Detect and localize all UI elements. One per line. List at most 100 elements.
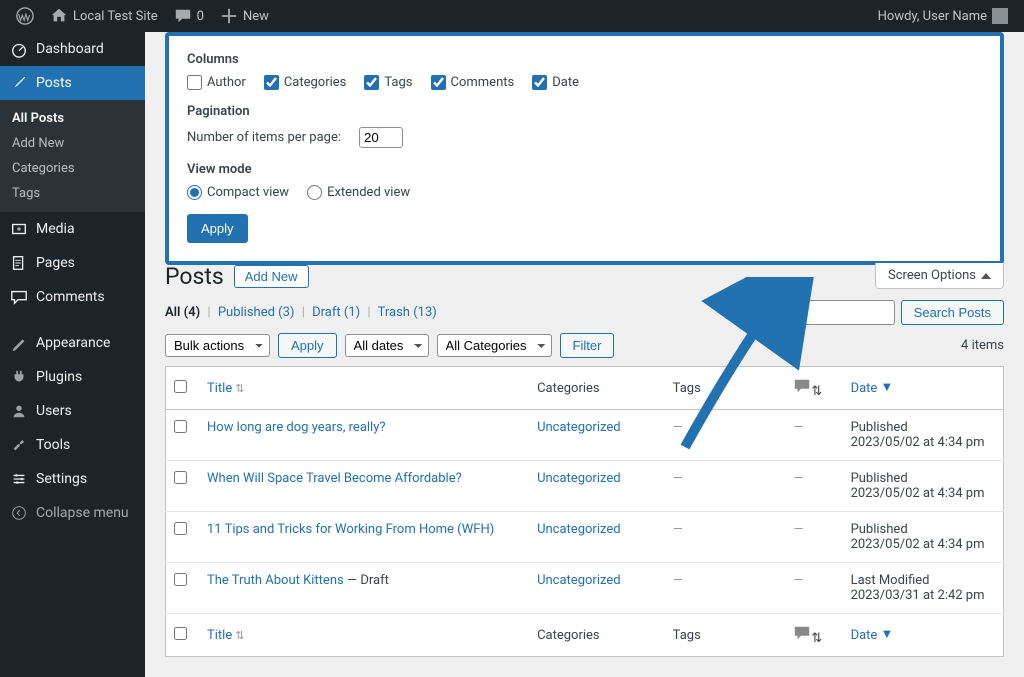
comments-link[interactable]: 0 [166,7,212,25]
comments-count: 0 [197,9,204,24]
sidebar-item-comments[interactable]: Comments [0,280,145,314]
filter-button[interactable]: Filter [560,333,615,358]
col-tags-footer: Tags [665,614,786,657]
filter-all[interactable]: All (4) [165,305,200,320]
category-link[interactable]: Uncategorized [537,573,620,588]
columns-heading: Columns [187,52,982,67]
comments-value: — [793,471,803,486]
main-content: Columns Author Categories Tags Comments … [145,32,1024,677]
col-comments-header[interactable]: ⇅ [785,367,842,410]
sidebar-sub-add-new[interactable]: Add New [0,131,145,156]
post-title-link[interactable]: The Truth About Kittens [207,573,344,588]
tags-value: — [673,471,683,486]
table-row: How long are dog years, really? Uncategor… [166,410,1004,461]
view-compact-radio[interactable]: Compact view [187,185,289,200]
filter-published[interactable]: Published (3) [218,305,295,320]
post-title-link[interactable]: 11 Tips and Tricks for Working From Home… [207,522,494,537]
category-link[interactable]: Uncategorized [537,471,620,486]
select-all-checkbox-footer[interactable] [174,627,187,640]
comment-icon [793,377,811,399]
col-title-footer[interactable]: Title⇅ [199,614,529,657]
comments-value: — [793,522,803,537]
select-all-checkbox[interactable] [174,380,187,393]
col-date-header[interactable]: Date ▼ [843,367,1004,410]
post-status: Published [851,420,995,435]
sidebar-item-pages[interactable]: Pages [0,246,145,280]
filter-draft[interactable]: Draft (1) [312,305,360,320]
new-link[interactable]: New [212,7,277,25]
sidebar-sub-all-posts[interactable]: All Posts [0,106,145,131]
post-title-link[interactable]: How long are dog years, really? [207,420,386,435]
col-toggle-date[interactable]: Date [532,75,579,90]
row-checkbox[interactable] [174,573,187,586]
howdy-link[interactable]: Howdy, User Name [870,8,1016,24]
screen-options-panel: Columns Author Categories Tags Comments … [165,32,1004,265]
screen-options-apply-button[interactable]: Apply [187,214,248,243]
items-per-page-label: Number of items per page: [187,130,341,145]
post-date: 2023/05/02 at 4:34 pm [851,486,995,501]
search-input[interactable] [755,300,895,325]
sidebar-sub-categories[interactable]: Categories [0,156,145,181]
col-title-header[interactable]: Title⇅ [199,367,529,410]
post-status: Published [851,522,995,537]
pagination-info: 4 items [961,338,1004,353]
wp-logo[interactable] [8,7,42,25]
view-extended-radio[interactable]: Extended view [307,185,410,200]
site-name: Local Test Site [73,9,158,24]
table-row: 11 Tips and Tricks for Working From Home… [166,512,1004,563]
sidebar-item-dashboard[interactable]: Dashboard [0,32,145,66]
sidebar-item-posts[interactable]: Posts [0,66,145,100]
admin-topbar: Local Test Site 0 New Howdy, User Name [0,0,1024,32]
col-toggle-categories[interactable]: Categories [264,75,347,90]
status-filter-links: All (4) | Published (3) | Draft (1) | Tr… [165,305,437,320]
sidebar-collapse[interactable]: Collapse menu [0,496,145,530]
col-toggle-comments[interactable]: Comments [431,75,515,90]
bulk-actions-select[interactable]: Bulk actions [165,334,270,357]
items-per-page-input[interactable] [359,127,403,148]
howdy-text: Howdy, User Name [878,9,987,24]
sidebar-sub-tags[interactable]: Tags [0,181,145,206]
row-checkbox[interactable] [174,522,187,535]
col-categories-header: Categories [529,367,665,410]
avatar [992,8,1008,24]
dates-filter-select[interactable]: All dates [345,334,429,357]
chevron-up-icon [981,273,991,279]
screen-options-tab[interactable]: Screen Options [875,263,1004,289]
table-row: The Truth About Kittens — Draft Uncategor… [166,563,1004,614]
post-title-link[interactable]: When Will Space Travel Become Affordable… [207,471,462,486]
sidebar-item-media[interactable]: Media [0,212,145,246]
comment-icon [793,624,811,646]
search-button[interactable]: Search Posts [901,300,1004,325]
comments-value: — [793,420,803,435]
post-date: 2023/05/02 at 4:34 pm [851,537,995,552]
pagination-heading: Pagination [187,104,982,119]
site-link[interactable]: Local Test Site [42,7,166,25]
table-row: When Will Space Travel Become Affordable… [166,461,1004,512]
filter-trash[interactable]: Trash (13) [378,305,437,320]
category-link[interactable]: Uncategorized [537,420,620,435]
sidebar-item-users[interactable]: Users [0,394,145,428]
col-tags-header: Tags [665,367,786,410]
sidebar-item-plugins[interactable]: Plugins [0,360,145,394]
sidebar-item-tools[interactable]: Tools [0,428,145,462]
col-categories-footer: Categories [529,614,665,657]
categories-filter-select[interactable]: All Categories [437,334,552,357]
post-state: — Draft [344,573,389,588]
tags-value: — [673,522,683,537]
view-mode-heading: View mode [187,162,982,177]
category-link[interactable]: Uncategorized [537,522,620,537]
row-checkbox[interactable] [174,471,187,484]
bulk-apply-button[interactable]: Apply [278,333,337,358]
posts-table: Title⇅ Categories Tags ⇅ Date ▼ How long… [165,366,1004,657]
sidebar-item-appearance[interactable]: Appearance [0,326,145,360]
col-toggle-tags[interactable]: Tags [364,75,412,90]
add-new-button[interactable]: Add New [234,265,309,288]
row-checkbox[interactable] [174,420,187,433]
admin-sidebar: Dashboard Posts All Posts Add New Catego… [0,32,145,677]
comments-value: — [793,573,803,588]
sidebar-posts-submenu: All Posts Add New Categories Tags [0,100,145,212]
col-date-footer[interactable]: Date ▼ [843,614,1004,657]
col-comments-footer[interactable]: ⇅ [785,614,842,657]
sidebar-item-settings[interactable]: Settings [0,462,145,496]
col-toggle-author[interactable]: Author [187,75,246,90]
